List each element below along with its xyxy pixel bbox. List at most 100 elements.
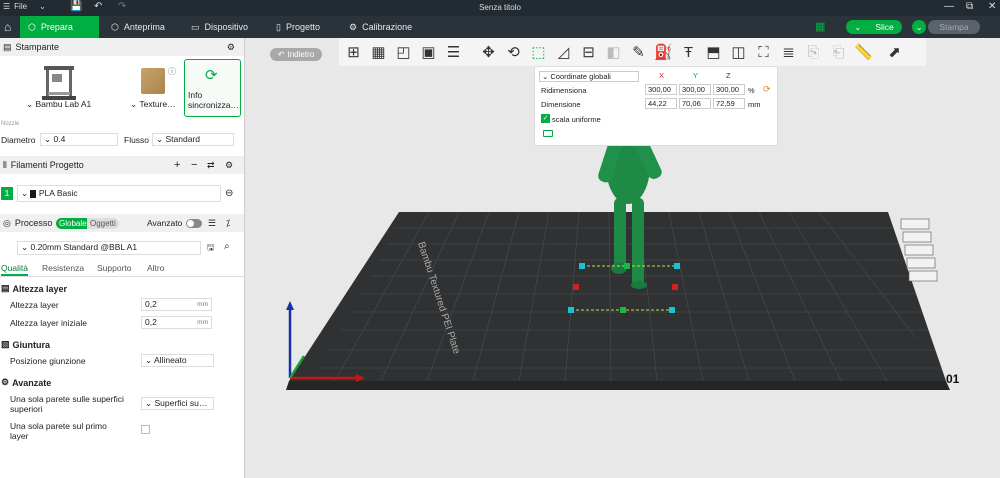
print-button[interactable]: Stampa <box>928 20 980 34</box>
restore-icon[interactable]: ⧉ <box>966 1 973 12</box>
slice-button[interactable]: ⌄ Slice <box>846 20 902 34</box>
sync-info-button[interactable]: ⟳ Info sincronizza… <box>184 59 241 117</box>
orient-icon[interactable]: ◰ <box>393 42 414 63</box>
print-label: Stampa <box>939 22 969 32</box>
assembly-icon[interactable]: ⛶ <box>753 42 774 63</box>
add-cube-icon[interactable]: ⊞ <box>343 42 364 63</box>
home-icon: ⌂ <box>4 20 12 34</box>
gear-icon[interactable]: ⚙ <box>227 42 235 53</box>
tab-quality[interactable]: Qualità <box>1 263 28 276</box>
home-button[interactable]: ⌂ <box>0 16 20 38</box>
scale-x-input[interactable]: 300,00 <box>645 84 677 95</box>
advanced-toggle[interactable] <box>186 218 202 228</box>
first-layer-height-input[interactable]: 0,2 mm <box>141 316 212 329</box>
keyboard-icon[interactable] <box>543 130 553 137</box>
single-wall-top-select[interactable]: ⌄ Superfici su… <box>141 397 214 410</box>
tab-prepare[interactable]: ⬡ Prepara <box>20 16 99 38</box>
tab-calibration[interactable]: ⚙ Calibrazione <box>341 16 420 38</box>
tab-calibration-label: Calibrazione <box>362 22 413 32</box>
copy-icon[interactable]: ⎘ <box>803 42 824 63</box>
printer-selector[interactable]: ⌄ Bambu Lab A1 <box>26 99 91 110</box>
save-profile-icon[interactable]: 🖫 <box>207 242 214 256</box>
plate-layout-icon[interactable]: ▦ <box>815 20 825 33</box>
cube-icon[interactable]: ◫ <box>728 42 749 63</box>
ruler-icon[interactable]: 📏 <box>853 42 874 63</box>
scope-global-toggle[interactable]: Globale <box>56 217 90 229</box>
tab-preview[interactable]: ⬡ Anteprima <box>103 16 173 38</box>
tab-prepare-label: Prepara <box>40 22 73 32</box>
rotate-icon[interactable]: ⟲ <box>503 42 524 63</box>
info-icon[interactable]: ⓘ <box>168 66 176 77</box>
tab-other[interactable]: Altro <box>147 263 164 273</box>
layers-list-icon[interactable]: ☰ <box>443 42 464 63</box>
object-toolbar: ⊞ ▦ ◰ ▣ ☰ ✥ ⟲ ⬚ ◿ ⊟ ◧ ✎ ⛽ Ŧ ⬒ ◫ ⛶ ≣ ⎘ ⎗ … <box>339 38 926 66</box>
color-paint-icon[interactable]: ⛽ <box>653 42 674 63</box>
diameter-select[interactable]: ⌄ 0.4 <box>40 133 118 146</box>
window-title: Senza titolo <box>479 3 521 12</box>
sync-label: Info sincronizza… <box>188 90 240 110</box>
scale-label: Ridimensiona <box>541 86 587 95</box>
printer-name: Bambu Lab A1 <box>35 99 92 109</box>
compare-icon[interactable]: ⁒ <box>226 218 230 229</box>
slice-stack-icon[interactable]: ≣ <box>778 42 799 63</box>
remove-circle-icon[interactable]: ⊖ <box>225 188 233 199</box>
seam-position-select[interactable]: ⌄ Allineato <box>141 354 214 367</box>
layer-height-input[interactable]: 0,2 mm <box>141 298 212 311</box>
cut-icon[interactable]: ⊟ <box>578 42 599 63</box>
tab-strength[interactable]: Resistenza <box>42 263 84 273</box>
plate-image[interactable] <box>141 68 165 94</box>
grid-add-icon[interactable]: ▦ <box>368 42 389 63</box>
measure-box-icon[interactable]: ⬒ <box>703 42 724 63</box>
first-layer-height-value: 0,2 <box>145 317 157 327</box>
filament-sync-icon[interactable]: ⇄ <box>207 160 215 171</box>
reset-icon[interactable]: ⟳ <box>763 84 771 95</box>
scale-icon[interactable]: ⬚ <box>528 42 549 63</box>
paste-icon[interactable]: ⎗ <box>828 42 849 63</box>
scale-y-input[interactable]: 300,00 <box>679 84 711 95</box>
process-icon: ◎ <box>3 217 11 228</box>
nozzle-label: Nozzle <box>1 121 20 127</box>
search-icon[interactable]: ⌕ <box>224 241 230 252</box>
tab-device[interactable]: ▭ Dispositivo <box>183 16 256 38</box>
filament-select[interactable]: ⌄ PLA Basic <box>17 185 221 202</box>
list-icon[interactable]: ☰ <box>208 218 216 229</box>
uniform-scale-checkbox[interactable]: ✓ <box>541 114 550 123</box>
tab-support[interactable]: Supporto <box>97 263 132 273</box>
scope-objects-toggle[interactable]: Oggetti <box>87 217 119 229</box>
tab-device-label: Dispositivo <box>204 22 249 32</box>
process-profile-select[interactable]: ⌄ 0.20mm Standard @BBL A1 <box>17 241 201 255</box>
seam-icon: ▧ <box>1 339 10 349</box>
process-profile-name: 0.20mm Standard @BBL A1 <box>30 242 138 252</box>
scale-z-input[interactable]: 300,00 <box>713 84 745 95</box>
move-icon[interactable]: ✥ <box>478 42 499 63</box>
tab-project[interactable]: ▯ Progetto <box>268 16 328 38</box>
close-icon[interactable]: ✕ <box>988 1 996 12</box>
process-section-title: Processo <box>14 218 53 228</box>
mesh-boolean-icon[interactable]: ◧ <box>603 42 624 63</box>
support-paint-icon[interactable]: ✎ <box>628 42 649 63</box>
export-view-icon[interactable]: ⬈ <box>884 42 905 63</box>
text-icon[interactable]: Ŧ <box>678 42 699 63</box>
group-seam-title: Giuntura <box>12 339 51 350</box>
plate-selector[interactable]: ⌄ Texture… <box>130 99 176 110</box>
axis-z-label: Z <box>726 71 731 80</box>
back-button[interactable]: ↶ Indietro <box>270 48 322 61</box>
coordinate-system-select[interactable]: ⌄ Coordinate globali <box>539 71 639 82</box>
minimize-icon[interactable]: — <box>944 1 954 12</box>
add-filament-icon[interactable]: + <box>174 159 180 171</box>
single-wall-first-checkbox[interactable] <box>141 425 150 434</box>
group-advanced-title: Avanzate <box>12 377 52 388</box>
tabs-divider <box>0 276 244 277</box>
size-x-input[interactable]: 44,22 <box>645 98 677 109</box>
size-z-input[interactable]: 72,59 <box>713 98 745 109</box>
flow-select[interactable]: ⌄ Standard <box>152 133 234 146</box>
settings-sidebar: ▤ Stampante ⚙ ⌄ Bambu Lab A1 ⓘ ⌄ Texture… <box>0 38 245 478</box>
size-y-input[interactable]: 70,06 <box>679 98 711 109</box>
lay-on-face-icon[interactable]: ◿ <box>553 42 574 63</box>
arrange-icon[interactable]: ▣ <box>418 42 439 63</box>
first-layer-height-label: Altezza layer iniziale <box>10 318 88 328</box>
print-menu-button[interactable]: ⌄ <box>912 20 926 34</box>
printer-image[interactable] <box>36 62 82 104</box>
gear-icon[interactable]: ⚙ <box>225 160 233 171</box>
remove-filament-icon[interactable]: − <box>191 159 197 171</box>
